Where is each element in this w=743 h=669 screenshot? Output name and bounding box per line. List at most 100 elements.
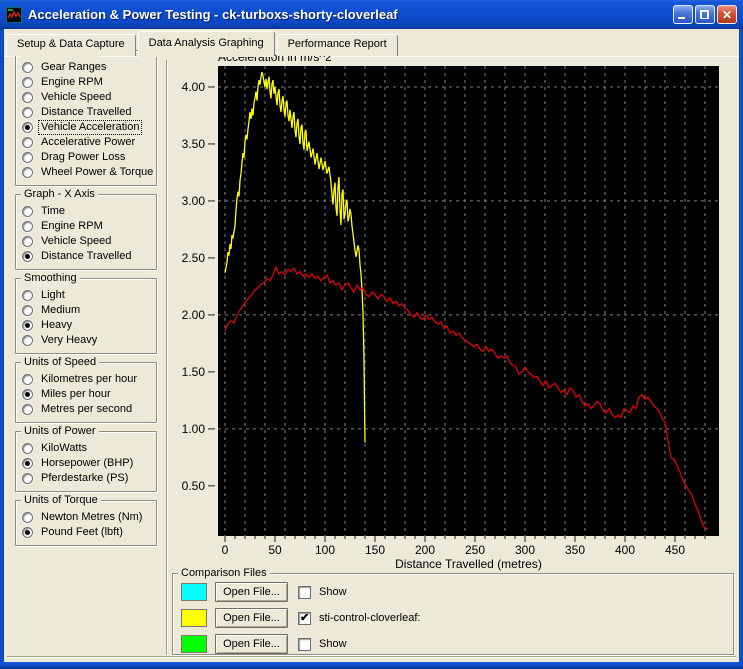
group-title: Units of Speed xyxy=(21,356,99,369)
radio-label: Pound Feet (lbft) xyxy=(39,526,125,539)
tab-strip: Setup & Data CaptureData Analysis Graphi… xyxy=(6,31,400,56)
radio-button-vehicle-speed[interactable] xyxy=(22,236,33,247)
window-border-right xyxy=(739,29,743,662)
tab-performance-report[interactable]: Performance Report xyxy=(277,34,398,56)
radio-row-heavy[interactable]: Heavy xyxy=(22,318,152,333)
app-window: Acceleration & Power Testing - ck-turbox… xyxy=(0,0,743,669)
acceleration-chart: 0.501.001.502.002.503.003.504.0005010015… xyxy=(178,66,719,571)
radio-row-time[interactable]: Time xyxy=(22,204,152,219)
window-border-bottom xyxy=(0,662,743,669)
radio-button-horsepower-bhp[interactable] xyxy=(22,458,33,469)
y-tick-label: 2.00 xyxy=(182,308,206,322)
radio-row-kilowatts[interactable]: KiloWatts xyxy=(22,441,152,456)
radio-button-distance-travelled[interactable] xyxy=(22,251,33,262)
radio-row-vehicle-speed[interactable]: Vehicle Speed xyxy=(22,234,152,249)
radio-label: Light xyxy=(39,289,67,302)
radio-button-engine-rpm[interactable] xyxy=(22,221,33,232)
radio-button-vehicle-acceleration[interactable] xyxy=(22,122,33,133)
radio-button-pound-feet-lbft[interactable] xyxy=(22,527,33,538)
radio-row-medium[interactable]: Medium xyxy=(22,303,152,318)
group-title: Graph - X Axis xyxy=(21,188,98,201)
radio-button-kilometres-per-hour[interactable] xyxy=(22,374,33,385)
open-file-button[interactable]: Open File... xyxy=(215,582,288,602)
minimize-icon[interactable] xyxy=(673,5,693,24)
y-tick-label: 1.50 xyxy=(182,365,206,379)
x-axis-title: Distance Travelled (metres) xyxy=(395,557,542,571)
radio-button-heavy[interactable] xyxy=(22,320,33,331)
radio-row-wheel-power-torque[interactable]: Wheel Power & Torque xyxy=(22,165,152,180)
maximize-icon[interactable] xyxy=(695,5,715,24)
group-units-of-torque: Units of TorqueNewton Metres (Nm)Pound F… xyxy=(15,500,157,546)
radio-label: Metres per second xyxy=(39,403,134,416)
group-graph-y-axis: Graph - Y AxisGear RangesEngine RPMVehic… xyxy=(15,50,157,186)
group-units-of-speed: Units of SpeedKilometres per hourMiles p… xyxy=(15,362,157,423)
show-checkbox[interactable] xyxy=(298,612,311,625)
radio-button-miles-per-hour[interactable] xyxy=(22,389,33,400)
radio-row-engine-rpm[interactable]: Engine RPM xyxy=(22,219,152,234)
radio-button-vehicle-speed[interactable] xyxy=(22,92,33,103)
radio-row-distance-travelled[interactable]: Distance Travelled xyxy=(22,105,152,120)
x-tick-label: 250 xyxy=(465,543,485,557)
radio-row-pound-feet-lbft[interactable]: Pound Feet (lbft) xyxy=(22,525,152,540)
radio-row-newton-metres-nm[interactable]: Newton Metres (Nm) xyxy=(22,510,152,525)
x-tick-label: 50 xyxy=(268,543,282,557)
x-tick-label: 0 xyxy=(222,543,229,557)
radio-row-vehicle-speed[interactable]: Vehicle Speed xyxy=(22,90,152,105)
window-title: Acceleration & Power Testing - ck-turbox… xyxy=(28,7,673,22)
radio-button-newton-metres-nm[interactable] xyxy=(22,512,33,523)
group-title: Units of Power xyxy=(21,425,99,438)
radio-button-time[interactable] xyxy=(22,206,33,217)
comparison-row: Open File...Show xyxy=(181,582,733,602)
radio-button-very-heavy[interactable] xyxy=(22,335,33,346)
radio-row-accelerative-power[interactable]: Accelerative Power xyxy=(22,135,152,150)
radio-row-pferdestarke-ps[interactable]: Pferdestarke (PS) xyxy=(22,471,152,486)
show-checkbox[interactable] xyxy=(298,638,311,651)
radio-button-metres-per-second[interactable] xyxy=(22,404,33,415)
radio-row-kilometres-per-hour[interactable]: Kilometres per hour xyxy=(22,372,152,387)
comparison-files-group: Comparison Files Open File...ShowOpen Fi… xyxy=(172,573,734,655)
window-border-left xyxy=(0,29,4,662)
radio-button-pferdestarke-ps[interactable] xyxy=(22,473,33,484)
radio-label: Newton Metres (Nm) xyxy=(39,511,144,524)
show-checkbox[interactable] xyxy=(298,586,311,599)
comparison-label: sti-control-cloverleaf: xyxy=(319,612,420,624)
group-graph-x-axis: Graph - X AxisTimeEngine RPMVehicle Spee… xyxy=(15,194,157,270)
radio-label: Vehicle Speed xyxy=(39,235,113,248)
x-tick-label: 300 xyxy=(515,543,535,557)
radio-label: KiloWatts xyxy=(39,442,89,455)
tab-setup-data-capture[interactable]: Setup & Data Capture xyxy=(6,34,136,56)
radio-row-distance-travelled[interactable]: Distance Travelled xyxy=(22,249,152,264)
close-icon[interactable]: ✕ xyxy=(717,5,737,24)
radio-button-accelerative-power[interactable] xyxy=(22,137,33,148)
radio-button-medium[interactable] xyxy=(22,305,33,316)
radio-row-drag-power-loss[interactable]: Drag Power Loss xyxy=(22,150,152,165)
radio-button-drag-power-loss[interactable] xyxy=(22,152,33,163)
radio-label: Engine RPM xyxy=(39,76,105,89)
radio-row-light[interactable]: Light xyxy=(22,288,152,303)
tab-page-bottom-edge xyxy=(7,656,736,658)
radio-button-wheel-power-torque[interactable] xyxy=(22,167,33,178)
y-tick-label: 2.50 xyxy=(182,251,206,265)
radio-button-engine-rpm[interactable] xyxy=(22,77,33,88)
radio-row-miles-per-hour[interactable]: Miles per hour xyxy=(22,387,152,402)
group-title: Smoothing xyxy=(21,272,80,285)
radio-row-gear-ranges[interactable]: Gear Ranges xyxy=(22,60,152,75)
radio-button-light[interactable] xyxy=(22,290,33,301)
radio-row-very-heavy[interactable]: Very Heavy xyxy=(22,333,152,348)
y-tick-label: 4.00 xyxy=(182,80,206,94)
tab-data-analysis-graphing[interactable]: Data Analysis Graphing xyxy=(138,31,275,56)
radio-button-distance-travelled[interactable] xyxy=(22,107,33,118)
plot-background xyxy=(218,66,719,536)
radio-button-kilowatts[interactable] xyxy=(22,443,33,454)
open-file-button[interactable]: Open File... xyxy=(215,608,288,628)
radio-row-metres-per-second[interactable]: Metres per second xyxy=(22,402,152,417)
open-file-button[interactable]: Open File... xyxy=(215,634,288,654)
radio-button-gear-ranges[interactable] xyxy=(22,62,33,73)
radio-label: Kilometres per hour xyxy=(39,373,139,386)
radio-row-horsepower-bhp[interactable]: Horsepower (BHP) xyxy=(22,456,152,471)
group-smoothing: SmoothingLightMediumHeavyVery Heavy xyxy=(15,278,157,354)
radio-label: Drag Power Loss xyxy=(39,151,127,164)
radio-row-engine-rpm[interactable]: Engine RPM xyxy=(22,75,152,90)
radio-row-vehicle-acceleration[interactable]: Vehicle Acceleration xyxy=(22,120,152,135)
radio-label: Very Heavy xyxy=(39,334,99,347)
